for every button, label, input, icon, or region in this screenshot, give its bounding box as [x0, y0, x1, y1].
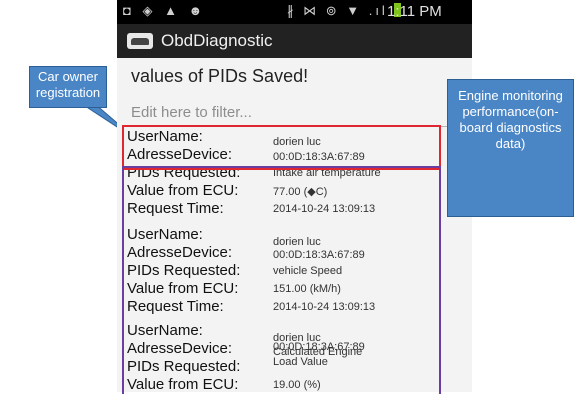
notification-icons: ◘ ◈ ▲ ☻	[123, 3, 207, 18]
owner-callout: Car owner registration	[29, 66, 107, 108]
engine-highlight-box	[122, 166, 441, 394]
signal-icons: ∦ ⋈ ⊚ ▼ .ıl	[287, 3, 388, 18]
car-icon[interactable]	[127, 33, 153, 49]
system-icons: ∦ ⋈ ⊚ ▼ .ıl	[287, 3, 402, 19]
status-bar: ◘ ◈ ▲ ☻ ∦ ⋈ ⊚ ▼ .ıl 1:11 PM	[117, 0, 472, 24]
page-heading: values of PIDs Saved!	[131, 66, 309, 86]
clock: 1:11 PM	[387, 3, 442, 20]
app-title: ObdDiagnostic	[161, 31, 273, 50]
filter-input[interactable]: Edit here to filter...	[131, 104, 451, 127]
owner-highlight-box	[122, 125, 441, 170]
engine-callout: Engine monitoring performance(on-board d…	[447, 79, 574, 217]
app-bar: ObdDiagnostic	[117, 24, 472, 58]
